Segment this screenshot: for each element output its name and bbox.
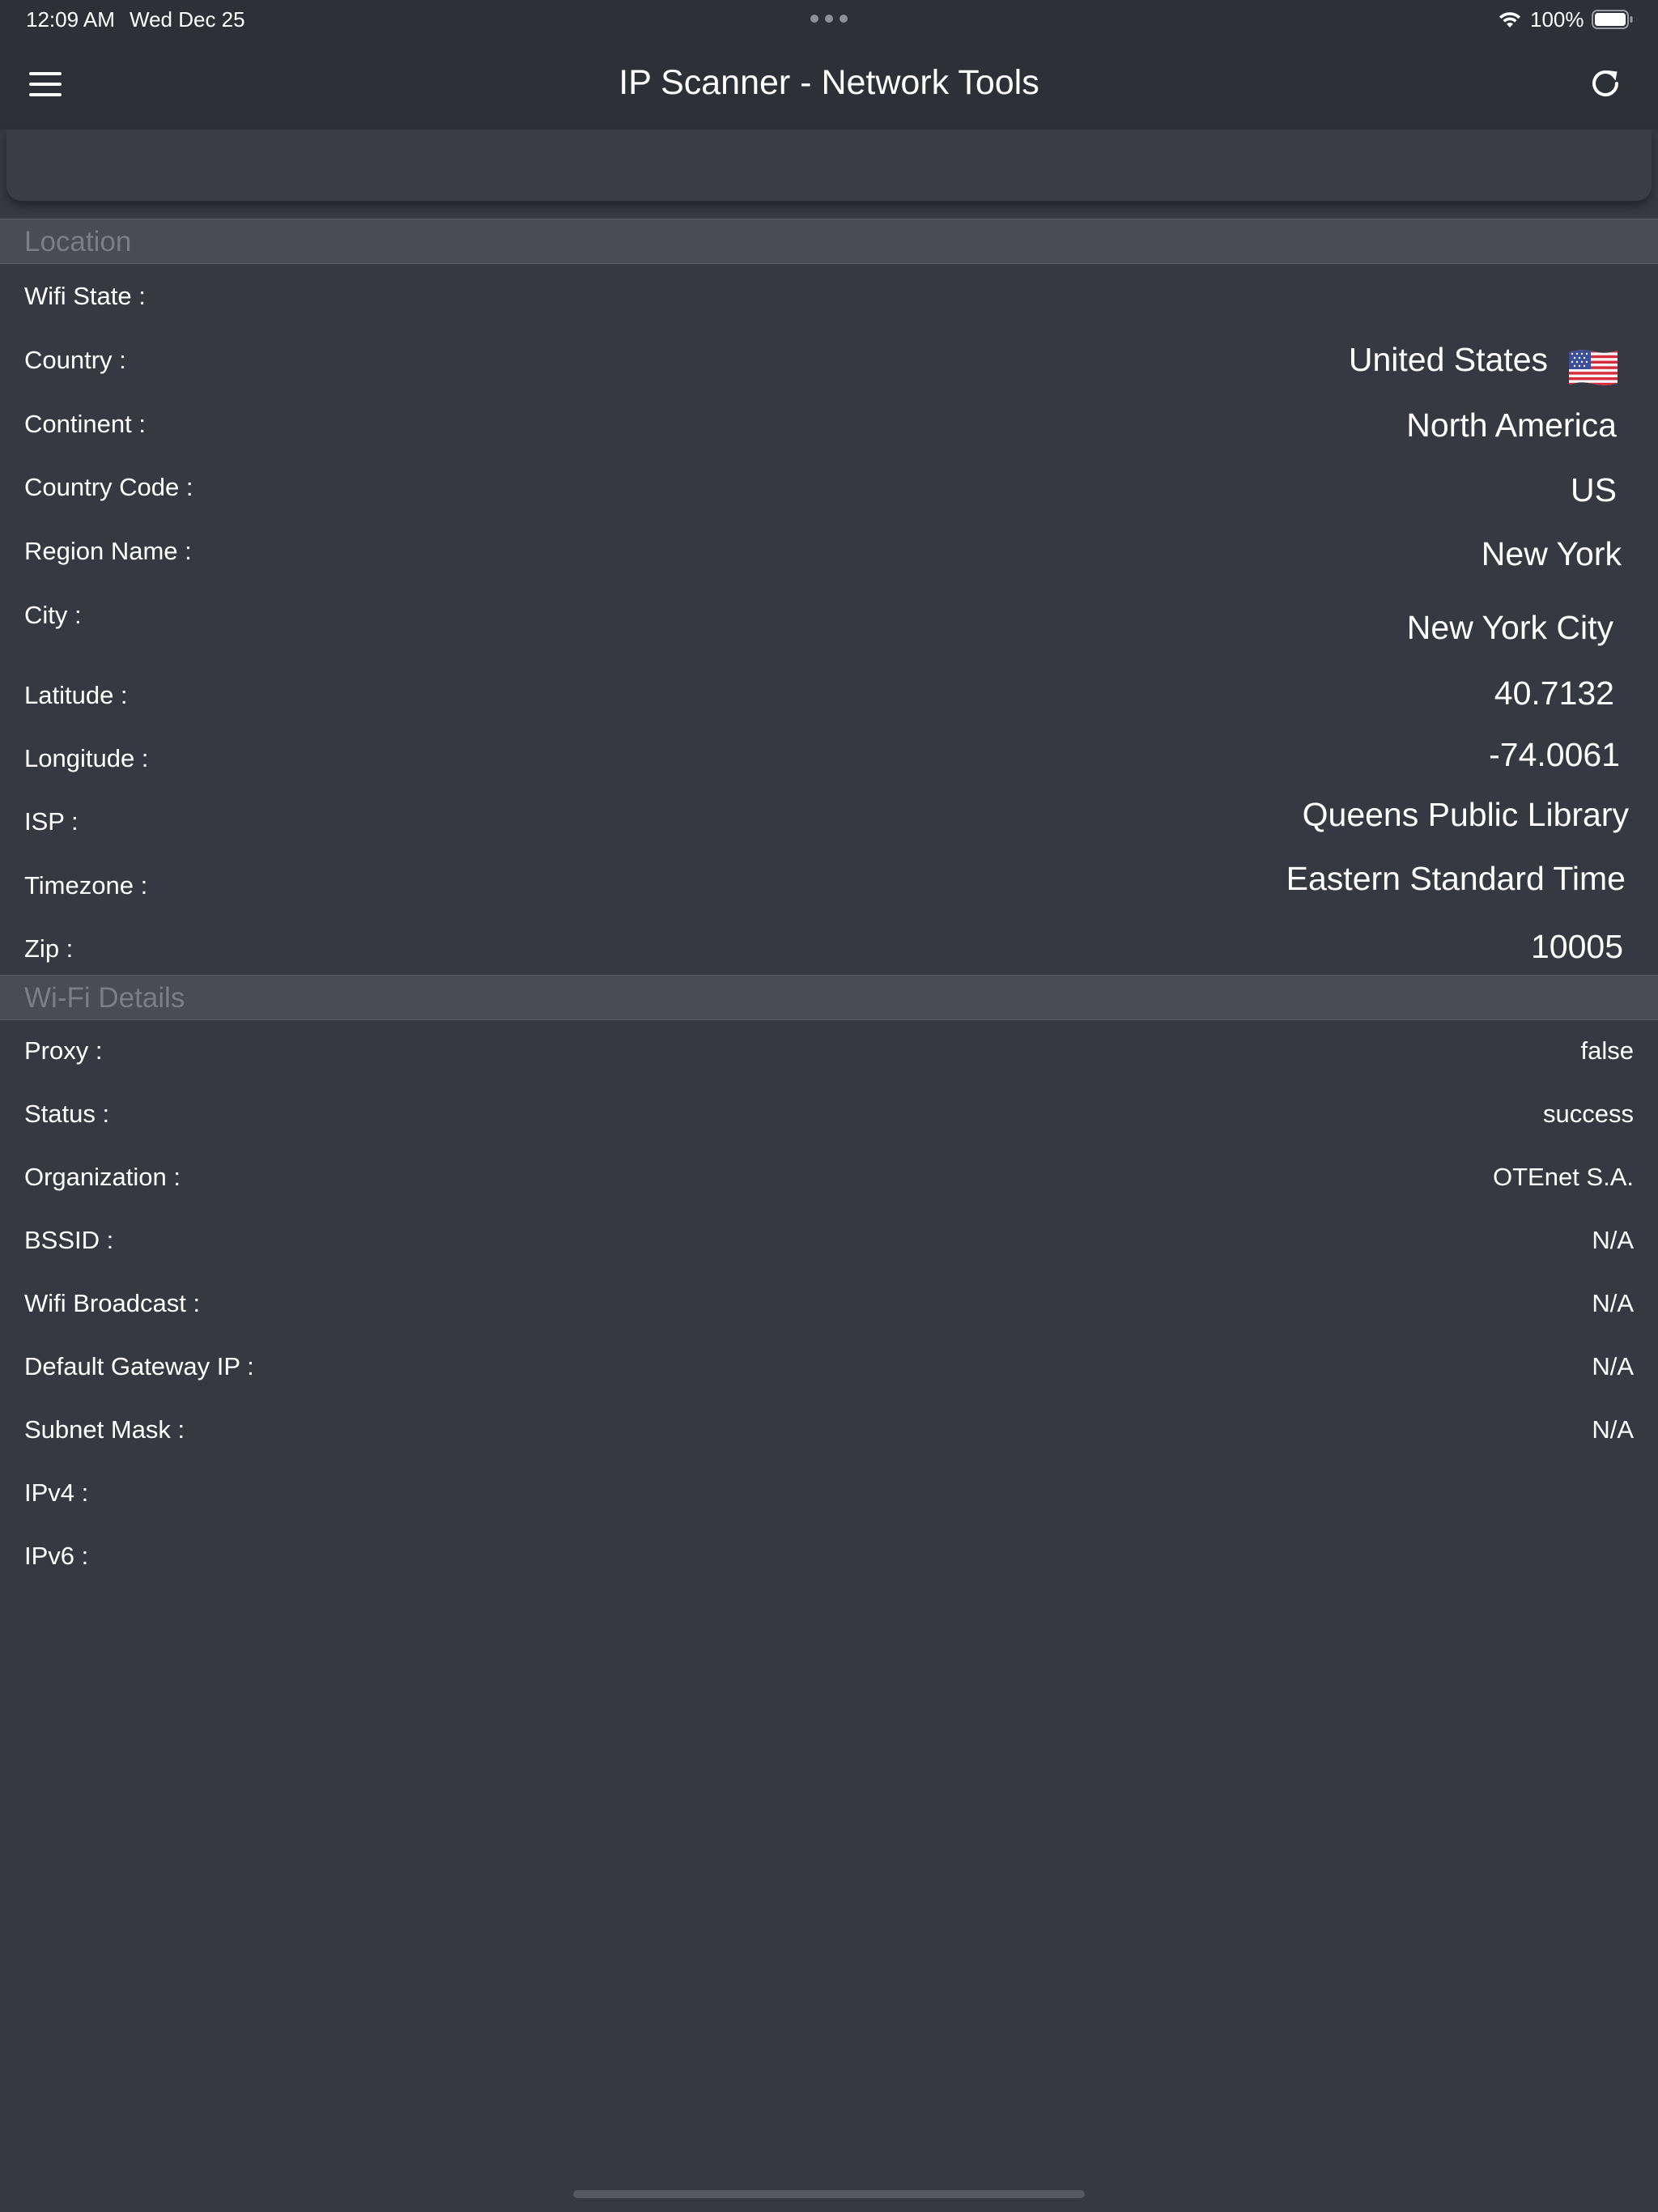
row-value: OTEnet S.A. — [1492, 1163, 1634, 1191]
row-value: US — [1571, 471, 1617, 508]
info-row-subnet-mask: Subnet Mask : N/A — [0, 1401, 1658, 1464]
row-label: Zip : — [24, 934, 74, 963]
info-row-timezone: Timezone : Eastern Standard Time — [0, 857, 1658, 920]
info-row-zip: Zip : 10005 — [0, 920, 1658, 983]
row-label: Organization : — [24, 1163, 181, 1191]
row-label: Longitude : — [24, 744, 149, 772]
info-row-continent: Continent : North America — [0, 395, 1658, 458]
info-row-wifi-state: Wifi State : — [0, 267, 1658, 330]
row-value: N/A — [1592, 1289, 1634, 1317]
row-value: N/A — [1592, 1226, 1634, 1254]
row-label: Status : — [24, 1100, 110, 1128]
location-section-header: Location — [0, 219, 1658, 264]
info-row-default-gateway-ip: Default Gateway IP : N/A — [0, 1338, 1658, 1401]
section-title: Wi-Fi Details — [24, 982, 185, 1014]
info-row-country: Country : United States — [0, 331, 1658, 394]
wifi-details-section-header: Wi-Fi Details — [0, 975, 1658, 1020]
section-title: Location — [24, 226, 132, 257]
row-value: 10005 — [1530, 928, 1623, 965]
status-bar: 12:09 AM Wed Dec 25 100% — [0, 0, 1658, 40]
info-row-organization: Organization : OTEnet S.A. — [0, 1148, 1658, 1211]
app-screen: 12:09 AM Wed Dec 25 100% IP Scanner - Ne… — [0, 0, 1658, 2212]
page-title: IP Scanner - Network Tools — [619, 63, 1039, 102]
navigation-bar: IP Scanner - Network Tools — [0, 40, 1658, 130]
row-label: ISP : — [24, 807, 79, 836]
wifi-icon — [1499, 12, 1520, 28]
status-date: Wed Dec 25 — [130, 7, 245, 32]
info-row-isp: ISP : Queens Public Library — [0, 793, 1658, 856]
row-label: Region Name : — [24, 537, 192, 565]
us-flag-icon — [1569, 350, 1618, 385]
info-row-bssid: BSSID : N/A — [0, 1211, 1658, 1274]
info-row-wifi-broadcast: Wifi Broadcast : N/A — [0, 1274, 1658, 1338]
row-value: 40.7132 — [1494, 674, 1614, 712]
status-time: 12:09 AM — [26, 7, 115, 32]
row-value: N/A — [1592, 1352, 1634, 1380]
info-row-proxy: Proxy : false — [0, 1022, 1658, 1085]
info-row-longitude: Longitude : -74.0061 — [0, 730, 1658, 793]
search-bar-area[interactable] — [6, 130, 1652, 201]
row-label: Proxy : — [24, 1036, 103, 1065]
menu-icon[interactable] — [29, 72, 62, 96]
row-label: BSSID : — [24, 1226, 114, 1254]
row-label: Wifi Broadcast : — [24, 1289, 201, 1317]
row-label: Continent : — [24, 410, 146, 438]
info-row-ipv6: IPv6 : — [0, 1527, 1658, 1590]
battery-percent: 100% — [1530, 7, 1584, 32]
row-label: Country Code : — [24, 473, 193, 501]
row-label: IPv6 : — [24, 1542, 89, 1570]
row-label: Default Gateway IP : — [24, 1352, 254, 1380]
row-label: Country : — [24, 346, 126, 374]
battery-icon — [1592, 10, 1633, 29]
row-label: Subnet Mask : — [24, 1415, 185, 1444]
row-value: Queens Public Library — [1302, 796, 1629, 833]
info-row-country-code: Country Code : US — [0, 458, 1658, 521]
row-label: IPv4 : — [24, 1478, 89, 1507]
row-value: New York — [1481, 535, 1622, 572]
row-value: false — [1580, 1036, 1634, 1065]
row-value: New York City — [1406, 609, 1613, 646]
row-value: success — [1543, 1100, 1634, 1128]
row-value: United States — [1348, 341, 1548, 378]
info-row-region-name: Region Name : New York — [0, 522, 1658, 585]
row-value: Eastern Standard Time — [1286, 860, 1626, 897]
row-value: North America — [1406, 406, 1617, 444]
info-row-latitude: Latitude : 40.7132 — [0, 666, 1658, 730]
row-label: City : — [24, 601, 82, 629]
row-label: Wifi State : — [24, 282, 146, 310]
home-indicator[interactable] — [573, 2190, 1085, 2198]
info-row-ipv4: IPv4 : — [0, 1464, 1658, 1527]
refresh-icon[interactable] — [1587, 65, 1624, 102]
row-value: -74.0061 — [1489, 736, 1620, 773]
row-label: Latitude : — [24, 681, 128, 709]
row-value: N/A — [1592, 1415, 1634, 1444]
info-row-city: City : New York City — [0, 586, 1658, 649]
multitasking-dots-icon[interactable] — [810, 15, 848, 24]
row-label: Timezone : — [24, 871, 148, 900]
info-row-status: Status : success — [0, 1085, 1658, 1148]
